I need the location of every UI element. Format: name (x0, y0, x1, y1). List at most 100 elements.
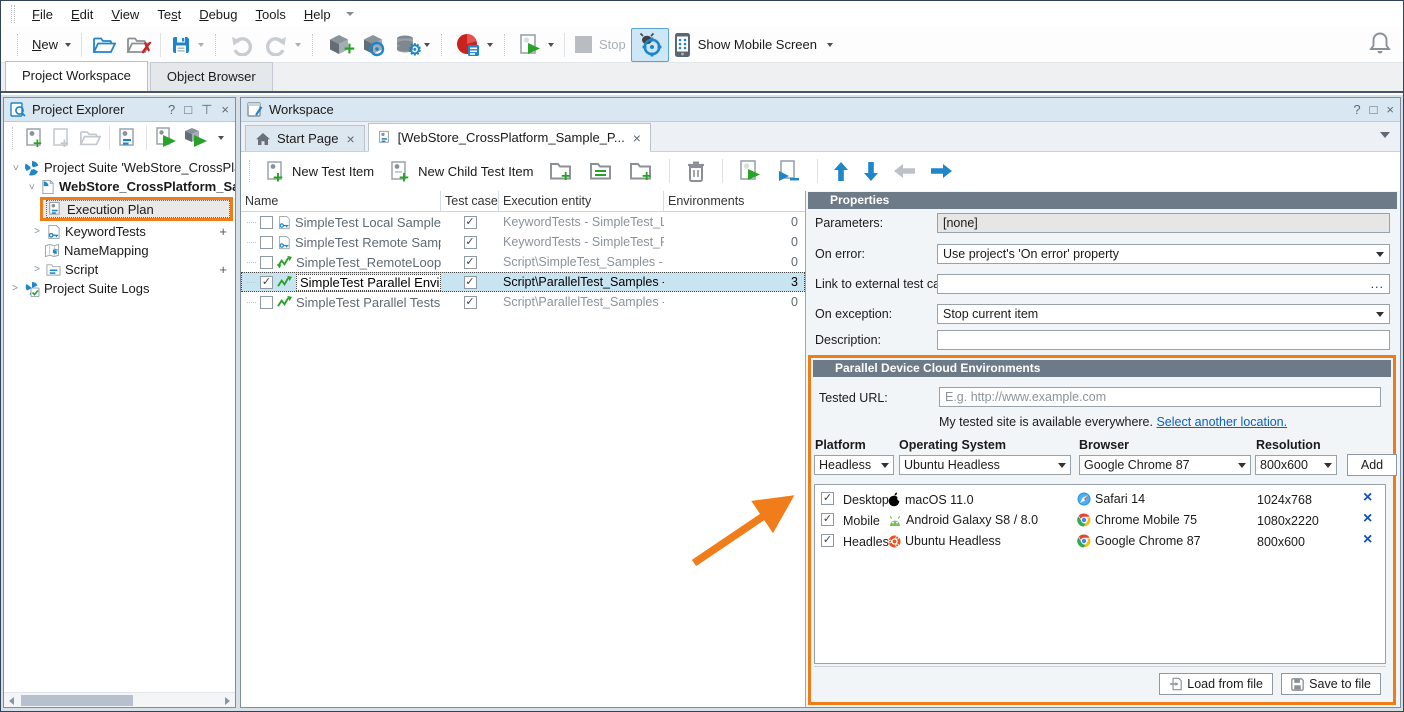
tab-list-dropdown-icon[interactable] (1380, 132, 1390, 138)
run-project-button[interactable] (155, 127, 177, 149)
menu-file[interactable]: File (23, 5, 62, 24)
show-mobile-screen-button[interactable]: Show Mobile Screen (669, 29, 838, 61)
expander-icon[interactable]: > (10, 283, 20, 294)
pin-button[interactable]: ⊤ (201, 102, 212, 118)
new-group-button[interactable]: + (544, 157, 578, 185)
menu-edit[interactable]: Edit (62, 5, 102, 24)
open-project-button[interactable] (87, 32, 121, 58)
tree-item-script[interactable]: > Script + (4, 260, 235, 279)
browse-button[interactable]: ... (1371, 277, 1384, 291)
undo-button[interactable] (225, 31, 259, 59)
link-test-case-field[interactable]: ... (937, 274, 1390, 294)
test-case-checkbox[interactable]: ✓ (464, 296, 477, 309)
add-item-button[interactable]: + (219, 262, 227, 277)
float-button[interactable]: □ (1370, 102, 1378, 117)
tab-start-page[interactable]: Start Page × (245, 125, 365, 151)
stop-button[interactable]: Stop (570, 33, 631, 56)
help-button[interactable]: ? (1353, 102, 1360, 117)
environment-row[interactable]: ✓ Headless Ubuntu Headless Google Chrome… (815, 531, 1385, 552)
close-tab-icon[interactable]: × (633, 130, 641, 146)
tree-item-project[interactable]: > WebStore_CrossPlatform_Sam (4, 177, 235, 196)
environment-checkbox[interactable]: ✓ (821, 492, 834, 505)
menu-help[interactable]: Help (295, 5, 340, 24)
tab-project-workspace[interactable]: Project Workspace (5, 61, 148, 91)
environment-row[interactable]: ✓ Desktop macOS 11.0 Safari 14 1024x768 … (815, 489, 1385, 510)
environment-checkbox[interactable]: ✓ (821, 534, 834, 547)
menu-test[interactable]: Test (148, 5, 190, 24)
row-checkbox[interactable] (260, 236, 273, 249)
move-up-button[interactable] (829, 159, 853, 184)
delete-item-button[interactable] (681, 157, 711, 185)
move-right-button[interactable] (926, 161, 957, 181)
platform-select[interactable]: Headless (814, 455, 894, 475)
on-error-select[interactable]: Use project's 'On error' property (937, 244, 1390, 264)
table-row[interactable]: SimpleTest Remote Sample ✓ KeywordTests … (241, 232, 805, 252)
tree-item-project-suite[interactable]: > Project Suite 'WebStore_CrossPlatform_ (4, 158, 235, 177)
close-project-button[interactable]: ✗ (121, 32, 155, 58)
column-execution-entity[interactable]: Execution entity (499, 191, 664, 211)
expander-icon[interactable]: > (32, 226, 42, 237)
table-row-selected[interactable]: ✓SimpleTest Parallel Environments ✓ Scri… (241, 272, 805, 292)
select-location-link[interactable]: Select another location. (1156, 415, 1287, 429)
column-environments[interactable]: Environments (664, 191, 806, 211)
row-checkbox[interactable]: ✓ (260, 276, 273, 289)
scroll-left-icon[interactable] (9, 697, 14, 705)
close-button[interactable]: × (1386, 102, 1394, 117)
on-exception-select[interactable]: Stop current item (937, 304, 1390, 324)
add-item-button[interactable]: + (219, 224, 227, 239)
table-row[interactable]: SimpleTest Parallel Tests ✓ Script\Paral… (241, 292, 805, 312)
data-generator-button[interactable]: ⚙ (390, 31, 435, 59)
run-test-button[interactable] (514, 30, 559, 60)
test-case-checkbox[interactable]: ✓ (464, 256, 477, 269)
new-test-item-button[interactable]: +New Test Item (261, 157, 379, 186)
scrollbar-thumb[interactable] (21, 695, 133, 706)
tree-item-namemapping[interactable]: NameMapping (4, 241, 235, 260)
run-project-suite-button[interactable] (184, 127, 208, 149)
tree-item-execution-plan[interactable]: Execution Plan (40, 197, 233, 221)
delete-environment-button[interactable]: × (1363, 491, 1372, 505)
save-to-file-button[interactable]: Save to file (1281, 673, 1381, 695)
delete-environment-button[interactable]: × (1363, 512, 1372, 526)
load-from-file-button[interactable]: Load from file (1159, 673, 1273, 695)
column-test-case[interactable]: Test case (441, 191, 499, 211)
tested-url-input[interactable] (939, 387, 1381, 407)
add-new-project-button[interactable]: + (25, 127, 45, 149)
tree-item-project-suite-logs[interactable]: > Project Suite Logs (4, 279, 235, 298)
expander-icon[interactable]: > (32, 264, 42, 275)
tab-object-browser[interactable]: Object Browser (150, 62, 273, 91)
run-focused-item-button[interactable] (734, 156, 766, 186)
os-select[interactable]: Ubuntu Headless (899, 455, 1071, 475)
column-name[interactable]: Name (241, 191, 441, 211)
test-case-checkbox[interactable]: ✓ (464, 276, 477, 289)
menu-tools[interactable]: Tools (247, 5, 295, 24)
row-checkbox[interactable] (260, 216, 273, 229)
group-items-button[interactable] (584, 157, 618, 185)
test-case-checkbox[interactable]: ✓ (464, 236, 477, 249)
new-button[interactable]: New (27, 34, 76, 55)
tab-execution-plan-editor[interactable]: [WebStore_CrossPlatform_Sample_P... × (368, 123, 651, 152)
delete-environment-button[interactable]: × (1363, 533, 1372, 547)
scroll-right-icon[interactable] (225, 697, 230, 705)
row-checkbox[interactable] (260, 256, 273, 269)
menu-overflow-icon[interactable] (346, 12, 354, 16)
table-row[interactable]: SimpleTest Local Sample ✓ KeywordTests -… (241, 212, 805, 232)
menu-debug[interactable]: Debug (190, 5, 246, 24)
convert-to-test-case-button[interactable] (772, 156, 806, 186)
environment-row[interactable]: ✓ Mobile Android Galaxy S8 / 8.0 Chrome … (815, 510, 1385, 531)
tree-item-keywordtests[interactable]: > KeywordTests + (4, 222, 235, 241)
redo-button[interactable] (259, 31, 306, 59)
expander-icon[interactable]: > (26, 182, 37, 192)
add-new-item-button[interactable]: + (322, 30, 356, 60)
resolution-select[interactable]: 800x600 (1255, 455, 1337, 475)
test-case-checkbox[interactable]: ✓ (464, 216, 477, 229)
close-button[interactable]: × (221, 102, 229, 117)
expander-icon[interactable]: > (10, 163, 21, 173)
help-button[interactable]: ? (168, 102, 175, 117)
open-item-button[interactable] (79, 128, 101, 148)
results-button[interactable] (451, 30, 498, 60)
environment-checkbox[interactable]: ✓ (821, 513, 834, 526)
ungroup-items-button[interactable]: + (624, 157, 658, 185)
save-button[interactable] (166, 32, 209, 58)
new-child-test-item-button[interactable]: +New Child Test Item (385, 157, 538, 186)
row-checkbox[interactable] (260, 296, 273, 309)
